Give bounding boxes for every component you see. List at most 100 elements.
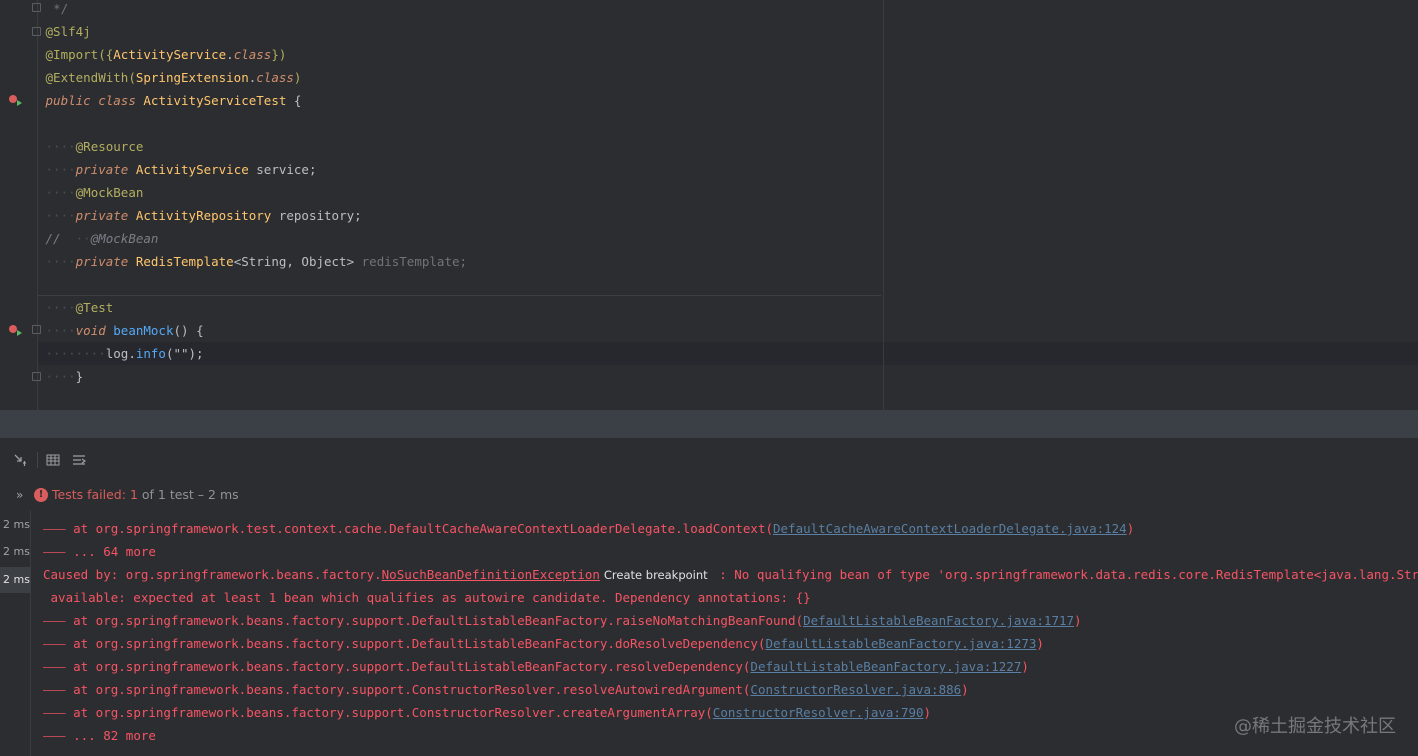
create-breakpoint-hint[interactable]: Create breakpoint bbox=[600, 568, 712, 582]
code-punct: (""); bbox=[165, 346, 204, 361]
source-link[interactable]: DefaultCacheAwareContextLoaderDelegate.j… bbox=[773, 521, 1127, 536]
stack-frame: ——— at org.springframework.beans.factory… bbox=[43, 636, 1044, 651]
code-brace: { bbox=[293, 93, 302, 108]
code-punct: () { bbox=[173, 323, 204, 338]
table-view-icon[interactable] bbox=[45, 452, 61, 468]
source-link[interactable]: ConstructorResolver.java:886 bbox=[750, 682, 961, 697]
type-name: ActivityService bbox=[135, 162, 249, 177]
keyword: private bbox=[75, 254, 129, 269]
run-test-method-icon[interactable] bbox=[8, 323, 24, 337]
keyword: class bbox=[233, 47, 272, 62]
code-line: ····@Test bbox=[38, 300, 114, 315]
class-name: ActivityServiceTest bbox=[143, 93, 287, 108]
code-punct: ; bbox=[459, 254, 468, 269]
annotation: }) bbox=[271, 47, 287, 62]
generic-params: <String, Object> bbox=[233, 254, 355, 269]
annotation: @Import({ bbox=[45, 47, 114, 62]
source-link[interactable]: DefaultListableBeanFactory.java:1273 bbox=[765, 636, 1036, 651]
comment: @MockBean bbox=[90, 231, 159, 246]
keyword: class bbox=[256, 70, 294, 85]
keyword: void bbox=[75, 323, 106, 338]
more-frames-text: ... 82 more bbox=[73, 728, 156, 743]
sort-tests-icon[interactable] bbox=[12, 452, 28, 468]
code-line: */ bbox=[38, 0, 1418, 20]
source-link[interactable]: DefaultListableBeanFactory.java:1717 bbox=[803, 613, 1074, 628]
console-output[interactable]: ——— at org.springframework.test.context.… bbox=[31, 510, 1418, 756]
expand-chevron-icon[interactable]: » bbox=[16, 482, 23, 508]
field-name: service; bbox=[256, 162, 317, 177]
run-test-class-icon[interactable] bbox=[8, 93, 24, 107]
frame-text: at org.springframework.beans.factory.sup… bbox=[73, 613, 804, 628]
frame-text: at org.springframework.beans.factory.sup… bbox=[73, 636, 766, 651]
code-editor[interactable]: */ @Slf4j @Import({ActivityService.class… bbox=[0, 0, 1418, 410]
comment: // bbox=[45, 231, 61, 246]
test-tree[interactable]: 2 ms 2 ms 2 ms bbox=[0, 510, 31, 756]
code-line: ····private RedisTemplate<String, Object… bbox=[38, 254, 468, 269]
annotation: @ExtendWith( bbox=[45, 70, 136, 85]
horizontal-scrollbar[interactable] bbox=[0, 410, 1418, 438]
code-line: public class ActivityServiceTest { bbox=[38, 89, 1418, 112]
filter-list-icon[interactable] bbox=[71, 452, 87, 468]
right-margin-guide bbox=[883, 0, 884, 410]
frame-text: at org.springframework.beans.factory.sup… bbox=[73, 705, 713, 720]
test-duration-item-selected[interactable]: 2 ms bbox=[0, 567, 31, 593]
status-label: Tests failed: bbox=[52, 487, 126, 502]
code-line: ····void beanMock() { bbox=[38, 323, 204, 338]
type-name: SpringExtension bbox=[135, 70, 249, 85]
code-punct: . bbox=[226, 47, 234, 62]
stack-frame: ——— at org.springframework.beans.factory… bbox=[43, 705, 932, 720]
stack-frame: ——— at org.springframework.beans.factory… bbox=[43, 613, 1082, 628]
log-identifier: log bbox=[105, 346, 129, 361]
keyword: class bbox=[98, 93, 136, 108]
code-line: ····private ActivityService service; bbox=[38, 162, 317, 177]
toolbar-divider bbox=[37, 452, 38, 468]
exception-link[interactable]: NoSuchBeanDefinitionException bbox=[382, 567, 600, 582]
code-line: ····} bbox=[38, 369, 84, 384]
test-status-bar: » ! Tests failed: 1 of 1 test – 2 ms bbox=[0, 482, 1418, 508]
field-name: repository; bbox=[278, 208, 362, 223]
frame-text: at org.springframework.beans.factory.sup… bbox=[73, 682, 751, 697]
test-duration-item[interactable]: 2 ms bbox=[0, 512, 31, 538]
run-toolbar bbox=[0, 438, 1418, 480]
test-duration-item[interactable]: 2 ms bbox=[0, 539, 31, 565]
error-icon: ! bbox=[34, 488, 48, 502]
keyword: public bbox=[45, 93, 91, 108]
source-link[interactable]: DefaultListableBeanFactory.java:1227 bbox=[750, 659, 1021, 674]
method-separator bbox=[38, 295, 881, 296]
annotation: @Test bbox=[75, 300, 114, 315]
annotation: @Slf4j bbox=[45, 24, 91, 39]
source-link[interactable]: ConstructorResolver.java:790 bbox=[713, 705, 924, 720]
comment-end: */ bbox=[53, 1, 69, 16]
code-area[interactable]: */ @Slf4j @Import({ActivityService.class… bbox=[38, 0, 1418, 410]
frame-text: at org.springframework.test.context.cach… bbox=[73, 521, 773, 536]
code-line: ····@MockBean bbox=[38, 185, 144, 200]
annotation: @MockBean bbox=[75, 185, 144, 200]
current-code-line[interactable]: ········log.info(""); bbox=[38, 342, 1418, 365]
caused-by-line: Caused by: org.springframework.beans.fac… bbox=[43, 563, 1418, 586]
code-line: // ··@MockBean bbox=[45, 231, 159, 246]
code-line: ····@Resource bbox=[38, 139, 144, 154]
more-frames-text: ... 64 more bbox=[73, 544, 156, 559]
code-brace: } bbox=[75, 369, 84, 384]
caused-by-prefix: Caused by: org.springframework.beans.fac… bbox=[43, 567, 382, 582]
caused-by-message-cont: available: expected at least 1 bean whic… bbox=[43, 590, 811, 605]
annotation: ) bbox=[293, 70, 302, 85]
type-name: ActivityRepository bbox=[135, 208, 272, 223]
code-line: ····private ActivityRepository repositor… bbox=[38, 208, 362, 223]
code-line: @ExtendWith(SpringExtension.class) bbox=[38, 66, 1418, 89]
watermark: @稀土掘金技术社区 bbox=[1234, 716, 1396, 737]
type-name: RedisTemplate bbox=[135, 254, 234, 269]
method-call: info bbox=[135, 346, 166, 361]
caused-by-message: : No qualifying bean of type 'org.spring… bbox=[719, 567, 1418, 582]
stack-frame: ——— at org.springframework.test.context.… bbox=[43, 521, 1135, 536]
caused-by-continuation: available: expected at least 1 bean whic… bbox=[43, 586, 811, 609]
editor-gutter[interactable] bbox=[0, 0, 41, 410]
stack-frame: ——— ... 82 more bbox=[43, 728, 156, 743]
type-name: ActivityService bbox=[113, 47, 227, 62]
stack-frame: ——— at org.springframework.beans.factory… bbox=[43, 682, 969, 697]
test-status-text: Tests failed: 1 of 1 test – 2 ms bbox=[52, 482, 239, 508]
stack-frame: ——— ... 64 more bbox=[43, 544, 156, 559]
code-line: @Import({ActivityService.class}) bbox=[38, 43, 1418, 66]
code-punct: . bbox=[128, 346, 136, 361]
status-summary: of 1 test – 2 ms bbox=[141, 487, 239, 502]
